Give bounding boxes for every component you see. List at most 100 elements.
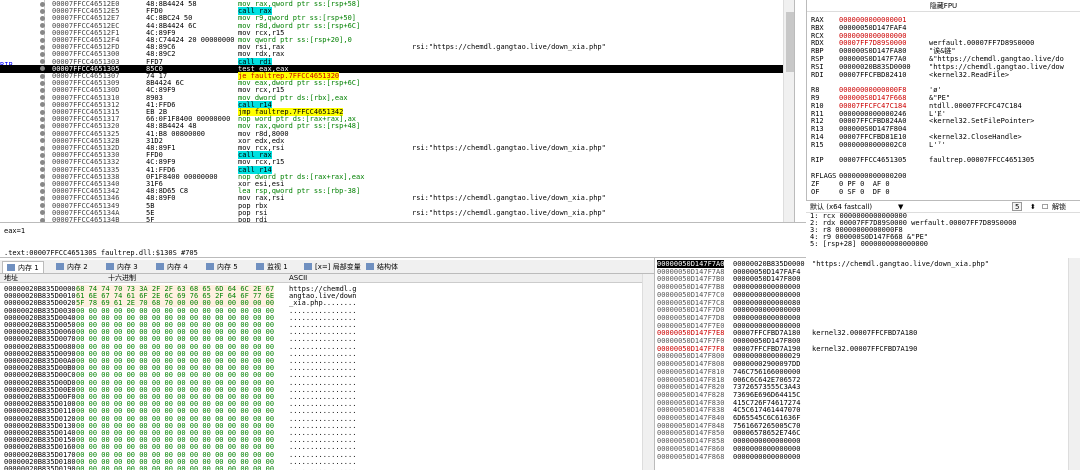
tab-3[interactable]: 内存 3: [102, 261, 142, 273]
info-expression: eax=1: [4, 227, 26, 235]
register-value[interactable]: 0000000000000200: [839, 172, 906, 180]
register-value[interactable]: 000000S0D147F668: [839, 94, 906, 102]
register-value[interactable]: 0000000000000246: [839, 110, 906, 118]
register-value[interactable]: 00000050D147FAF4: [839, 24, 906, 32]
register-comment: "https://chemdl.gangtao.live/dow: [929, 62, 1064, 71]
register-value[interactable]: 00007FF7D89S0000: [839, 39, 906, 47]
register-name: R9: [811, 94, 820, 102]
register-name: R13: [811, 125, 824, 134]
breakpoint-dot-icon[interactable]: [40, 210, 45, 216]
register-value[interactable]: 0000000000000001: [839, 16, 906, 24]
breakpoint-dot-icon[interactable]: [40, 8, 45, 14]
register-value[interactable]: 00000000000000F8: [839, 86, 906, 94]
register-name: RSI: [811, 62, 824, 71]
register-comment: <kernel32.SetFilePointer>: [929, 117, 1035, 126]
breakpoint-dot-icon[interactable]: [40, 131, 45, 137]
register-value[interactable]: 00007FFCFBD81E10: [839, 133, 906, 141]
breakpoint-dot-icon[interactable]: [40, 37, 45, 43]
dump-header-hex: 十六进制: [108, 274, 136, 282]
breakpoint-dot-icon[interactable]: [40, 95, 45, 101]
register-value[interactable]: 00007FFCFBD824A0: [839, 117, 906, 125]
breakpoint-dot-icon[interactable]: [40, 195, 45, 201]
tab-5[interactable]: 内存 5: [202, 261, 242, 273]
tab-6[interactable]: 监视 1: [252, 261, 292, 273]
dump-hex[interactable]: 00 00 00 00 00 00 00 00 00 00 00 00 00 0…: [76, 465, 274, 470]
tab-7[interactable]: [x=] 局部变量: [300, 261, 365, 273]
dump-scrollbar[interactable]: [642, 274, 654, 470]
register-value[interactable]: 00007FFCFBD82410: [839, 71, 906, 79]
breakpoint-dot-icon[interactable]: [40, 23, 45, 29]
register-value[interactable]: 00007FFCFC47C184: [839, 102, 906, 110]
breakpoint-dot-icon[interactable]: [40, 116, 45, 122]
register-value[interactable]: 0000000000000000: [839, 32, 906, 40]
tab-1[interactable]: 内存 1: [2, 261, 44, 273]
breakpoint-dot-icon[interactable]: [40, 15, 45, 21]
breakpoint-dot-icon[interactable]: [40, 87, 45, 93]
call-argument-row[interactable]: 5: [rsp+28] 0000000000000000: [806, 241, 1080, 248]
tab-label: 内存 5: [217, 263, 238, 271]
breakpoint-dot-icon[interactable]: [40, 138, 45, 144]
breakpoint-dot-icon[interactable]: [40, 181, 45, 187]
breakpoint-dot-icon[interactable]: [40, 174, 45, 180]
hide-fpu-button[interactable]: 隐藏FPU: [807, 0, 1080, 12]
breakpoint-dot-icon[interactable]: [40, 51, 45, 57]
breakpoint-dot-icon[interactable]: [40, 102, 45, 108]
stack-value[interactable]: 0000000000000000: [733, 453, 800, 461]
breakpoint-dot-icon[interactable]: [40, 66, 45, 72]
memory-dump-pane[interactable]: 地址 十六进制 ASCII 00000020B835D0000 68 74 74 …: [0, 274, 654, 470]
memory-tab-icon: [7, 264, 15, 271]
breakpoint-dot-icon[interactable]: [40, 152, 45, 158]
stack-address: 00000050D147F868: [657, 452, 725, 461]
tab-2[interactable]: 内存 2: [52, 261, 92, 273]
calling-convention-bar: 默认 (x64 fastcall) ▼ 5 ⬍ ☐ 解锁: [806, 200, 1080, 212]
register-name: R15: [811, 140, 824, 149]
breakpoint-dot-icon[interactable]: [40, 1, 45, 7]
register-value[interactable]: 0 PF 0 AF 0: [839, 180, 890, 188]
breakpoint-dot-icon[interactable]: [40, 123, 45, 129]
arg-count-spinner[interactable]: 5: [1012, 202, 1023, 211]
register-comment: faultrep.00007FFCC4651305: [929, 156, 1035, 165]
memory-tab-icon: [56, 263, 64, 270]
register-value[interactable]: 000000S0D147F7A0: [839, 55, 906, 63]
tab-8[interactable]: 结构体: [362, 261, 402, 273]
disassembly-pane[interactable]: RIP 00007FFCC46512E048:8B4424 58mov rax,…: [0, 0, 795, 222]
breakpoint-dot-icon[interactable]: [40, 188, 45, 194]
stack-comment: kernel32.00007FFCFBD7A190: [812, 344, 918, 353]
register-name: R10: [811, 101, 824, 110]
disassembly-scrollbar[interactable]: [783, 0, 794, 222]
register-comment: <kernel32.CloseHandle>: [929, 133, 1022, 141]
stack-scrollbar[interactable]: [1068, 258, 1080, 470]
breakpoint-dot-icon[interactable]: [40, 109, 45, 115]
info-bar: eax=1 .text:00007FFCC465130S faultrep.dl…: [0, 222, 806, 258]
register-name: OF: [811, 187, 820, 196]
register-comment: L'ˀ': [929, 140, 946, 149]
breakpoint-dot-icon[interactable]: [40, 73, 45, 79]
dump-header-ascii: ASCII: [289, 274, 308, 282]
tab-label: 结构体: [377, 263, 398, 271]
memory-tab-icon: [156, 263, 164, 270]
register-value[interactable]: 00000020B83SD0000: [839, 63, 911, 71]
register-comment: <kernel32.ReadFile>: [929, 70, 1010, 79]
tab-4[interactable]: 内存 4: [152, 261, 192, 273]
breakpoint-dot-icon[interactable]: [40, 167, 45, 173]
register-value[interactable]: 0 SF 0 DF 0: [839, 188, 890, 196]
breakpoint-dot-icon[interactable]: [40, 159, 45, 165]
breakpoint-dot-icon[interactable]: [40, 145, 45, 151]
call-arguments-pane: 1: rcx 0000000000000000 2: rdx 00007FF7D8…: [806, 212, 1080, 248]
register-value[interactable]: 000000S0D147F804: [839, 125, 906, 133]
breakpoint-dot-icon[interactable]: [40, 30, 45, 36]
info-address: .text:00007FFCC465130S faultrep.dll:$130…: [4, 249, 198, 257]
breakpoint-dot-icon[interactable]: [40, 59, 45, 65]
stack-comment: kernel32.00007FFCFBD7A180: [812, 329, 918, 338]
register-comment: 'ø': [929, 86, 942, 95]
register-name: RFLAGS: [811, 172, 837, 180]
register-value[interactable]: 00007FFCC4651305: [839, 156, 906, 164]
stack-pane[interactable]: 00000050D147F7A0 00000020B835D0000 "https:…: [654, 258, 1080, 470]
breakpoint-dot-icon[interactable]: [40, 203, 45, 209]
registers-pane[interactable]: 隐藏FPU RAX 0000000000000001 RBX 00000050D147…: [806, 0, 1080, 200]
breakpoint-dot-icon[interactable]: [40, 44, 45, 50]
breakpoint-dot-icon[interactable]: [40, 80, 45, 86]
register-name: RBX: [811, 23, 824, 32]
register-value[interactable]: 00000000000002C0: [839, 141, 906, 149]
register-value[interactable]: 000000S0D147FA80: [839, 47, 906, 55]
